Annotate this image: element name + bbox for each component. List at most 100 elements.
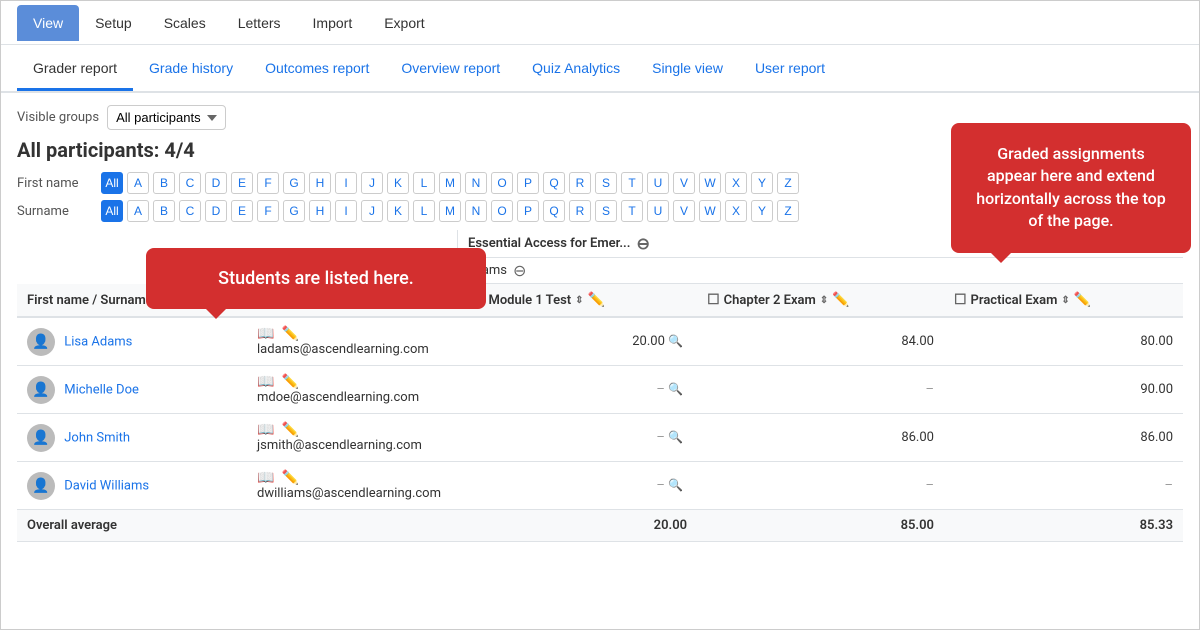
sub-nav-user-report[interactable]: User report [739, 48, 841, 88]
firstname-l-btn[interactable]: L [413, 172, 435, 194]
email-edit-icon[interactable]: ✏️ [282, 422, 299, 438]
surname-p-btn[interactable]: P [517, 200, 539, 222]
col1-cell: – 🔍 [457, 462, 697, 510]
col1-search-icon[interactable]: 🔍 [668, 430, 683, 444]
sub-nav-single-view[interactable]: Single view [636, 48, 739, 88]
firstname-k-btn[interactable]: K [387, 172, 409, 194]
surname-b-btn[interactable]: B [153, 200, 175, 222]
surname-a-btn[interactable]: A [127, 200, 149, 222]
top-nav-scales[interactable]: Scales [148, 5, 222, 41]
sub-nav-grade-history[interactable]: Grade history [133, 48, 249, 88]
surname-q-btn[interactable]: Q [543, 200, 565, 222]
student-name-link[interactable]: Lisa Adams [64, 334, 132, 349]
firstname-r-btn[interactable]: R [569, 172, 591, 194]
surname-n-btn[interactable]: N [465, 200, 487, 222]
firstname-n-btn[interactable]: N [465, 172, 487, 194]
surname-m-btn[interactable]: M [439, 200, 461, 222]
firstname-e-btn[interactable]: E [231, 172, 253, 194]
col-group-collapse-btn[interactable]: ⊖ [636, 234, 649, 253]
surname-l-btn[interactable]: L [413, 200, 435, 222]
email-book-icon[interactable]: 📖 [257, 470, 274, 486]
firstname-q-btn[interactable]: Q [543, 172, 565, 194]
surname-i-btn[interactable]: I [335, 200, 357, 222]
surname-j-btn[interactable]: J [361, 200, 383, 222]
firstname-i-btn[interactable]: I [335, 172, 357, 194]
surname-all-btn[interactable]: All [101, 200, 123, 222]
edit-col1-icon[interactable]: ✏️ [588, 292, 605, 308]
top-nav-letters[interactable]: Letters [222, 5, 297, 41]
firstname-a-btn[interactable]: A [127, 172, 149, 194]
col1-search-icon[interactable]: 🔍 [668, 382, 683, 396]
student-name-link[interactable]: David Williams [64, 478, 149, 493]
sub-nav-outcomes[interactable]: Outcomes report [249, 48, 385, 88]
firstname-s-btn[interactable]: S [595, 172, 617, 194]
surname-x-btn[interactable]: X [725, 200, 747, 222]
sort-col2-icon[interactable]: ⇕ [820, 295, 828, 306]
col1-search-icon[interactable]: 🔍 [668, 478, 683, 492]
table-row: 👤 Lisa Adams 📖 ✏️ ladams@ascendlearning.… [17, 317, 1183, 366]
surname-d-btn[interactable]: D [205, 200, 227, 222]
email-edit-icon[interactable]: ✏️ [282, 326, 299, 342]
surname-e-btn[interactable]: E [231, 200, 253, 222]
col-sub-collapse-btn[interactable]: ⊖ [513, 261, 526, 280]
email-book-icon[interactable]: 📖 [257, 422, 274, 438]
surname-u-btn[interactable]: U [647, 200, 669, 222]
surname-c-btn[interactable]: C [179, 200, 201, 222]
email-edit-icon[interactable]: ✏️ [282, 470, 299, 486]
top-nav-setup[interactable]: Setup [79, 5, 148, 41]
sort-col3-icon[interactable]: ⇕ [1061, 295, 1069, 306]
student-name-link[interactable]: Michelle Doe [64, 382, 139, 397]
firstname-t-btn[interactable]: T [621, 172, 643, 194]
firstname-b-btn[interactable]: B [153, 172, 175, 194]
email-edit-icon[interactable]: ✏️ [282, 374, 299, 390]
edit-col2-icon[interactable]: ✏️ [832, 292, 849, 308]
firstname-o-btn[interactable]: O [491, 172, 513, 194]
firstname-j-btn[interactable]: J [361, 172, 383, 194]
firstname-w-btn[interactable]: W [699, 172, 721, 194]
surname-f-btn[interactable]: F [257, 200, 279, 222]
firstname-z-btn[interactable]: Z [777, 172, 799, 194]
email-book-icon[interactable]: 📖 [257, 326, 274, 342]
top-nav-import[interactable]: Import [297, 5, 369, 41]
col1-search-icon[interactable]: 🔍 [668, 334, 683, 348]
surname-w-btn[interactable]: W [699, 200, 721, 222]
sub-nav-quiz-analytics[interactable]: Quiz Analytics [516, 48, 636, 88]
firstname-d-btn[interactable]: D [205, 172, 227, 194]
firstname-h-btn[interactable]: H [309, 172, 331, 194]
surname-y-btn[interactable]: Y [751, 200, 773, 222]
top-nav-view[interactable]: View [17, 5, 79, 41]
surname-o-btn[interactable]: O [491, 200, 513, 222]
firstname-x-btn[interactable]: X [725, 172, 747, 194]
surname-k-btn[interactable]: K [387, 200, 409, 222]
surname-label: Surname [17, 204, 97, 219]
firstname-f-btn[interactable]: F [257, 172, 279, 194]
visible-groups-dropdown[interactable]: All participants [107, 105, 226, 130]
col3-value: 90.00 [1140, 382, 1173, 397]
top-nav-export[interactable]: Export [368, 5, 440, 41]
surname-z-btn[interactable]: Z [777, 200, 799, 222]
firstname-u-btn[interactable]: U [647, 172, 669, 194]
firstname-m-btn[interactable]: M [439, 172, 461, 194]
firstname-y-btn[interactable]: Y [751, 172, 773, 194]
edit-col3-icon[interactable]: ✏️ [1074, 292, 1091, 308]
firstname-c-btn[interactable]: C [179, 172, 201, 194]
surname-h-btn[interactable]: H [309, 200, 331, 222]
firstname-all-btn[interactable]: All [101, 172, 123, 194]
sub-nav-overview[interactable]: Overview report [385, 48, 516, 88]
surname-r-btn[interactable]: R [569, 200, 591, 222]
sub-nav-grader[interactable]: Grader report [17, 48, 133, 91]
checkbox-col3-icon: ☐ [954, 292, 967, 308]
surname-g-btn[interactable]: G [283, 200, 305, 222]
student-name-link[interactable]: John Smith [64, 430, 130, 445]
col-header-col2: ☐ Chapter 2 Exam ⇕ ✏️ [697, 284, 944, 317]
surname-s-btn[interactable]: S [595, 200, 617, 222]
firstname-v-btn[interactable]: V [673, 172, 695, 194]
sort-col1-icon[interactable]: ⇕ [575, 295, 583, 306]
firstname-g-btn[interactable]: G [283, 172, 305, 194]
surname-v-btn[interactable]: V [673, 200, 695, 222]
firstname-p-btn[interactable]: P [517, 172, 539, 194]
email-book-icon[interactable]: 📖 [257, 374, 274, 390]
surname-t-btn[interactable]: T [621, 200, 643, 222]
col2-dash: – [925, 382, 934, 397]
sub-nav: Grader report Grade history Outcomes rep… [1, 45, 1199, 93]
